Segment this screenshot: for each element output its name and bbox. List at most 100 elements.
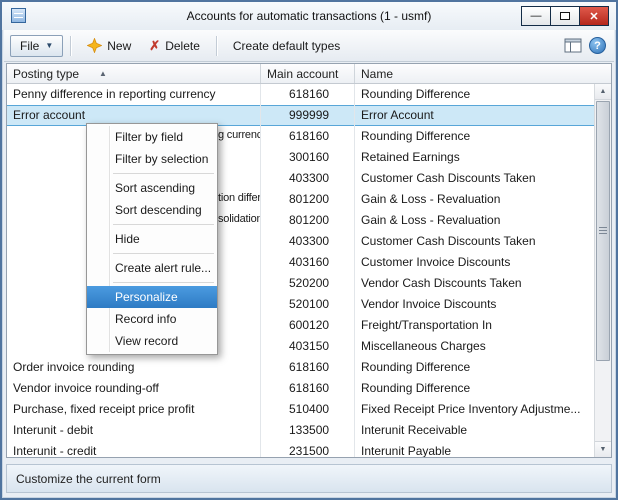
- column-header-main-account[interactable]: Main account: [261, 64, 355, 83]
- table-row[interactable]: Interunit - credit 231500 Interunit Paya…: [7, 441, 594, 457]
- minimize-button[interactable]: —: [521, 6, 551, 26]
- cell-main-account: 403150: [261, 336, 355, 357]
- column-header-posting-type[interactable]: Posting type ▲: [7, 64, 261, 83]
- cell-main-account: 600120: [261, 315, 355, 336]
- cell-name: Retained Earnings: [355, 147, 594, 168]
- cell-name: Rounding Difference: [355, 84, 594, 105]
- grid-header: Posting type ▲ Main account Name: [7, 64, 611, 84]
- status-bar: Customize the current form: [6, 464, 612, 493]
- cell-main-account: 403300: [261, 231, 355, 252]
- cell-name: Vendor Cash Discounts Taken: [355, 273, 594, 294]
- file-menu-button[interactable]: File ▼: [10, 35, 63, 57]
- table-row[interactable]: Vendor invoice rounding-off 618160 Round…: [7, 378, 594, 399]
- chevron-down-icon: ▼: [45, 41, 53, 50]
- maximize-button[interactable]: [550, 6, 580, 26]
- cell-name: Rounding Difference: [355, 378, 594, 399]
- toolbar-right-group: ?: [564, 37, 608, 54]
- cell-posting-type: Vendor invoice rounding-off: [7, 378, 261, 399]
- cell-name: Interunit Payable: [355, 441, 594, 457]
- delete-button[interactable]: ✗ Delete: [140, 35, 209, 57]
- cell-name: Customer Cash Discounts Taken: [355, 168, 594, 189]
- delete-x-icon: ✗: [149, 39, 160, 52]
- cell-main-account: 618160: [261, 378, 355, 399]
- close-button[interactable]: ✕: [579, 6, 609, 26]
- cell-main-account: 618160: [261, 126, 355, 147]
- cell-main-account: 133500: [261, 420, 355, 441]
- menu-item-personalize[interactable]: Personalize: [87, 286, 217, 308]
- cell-name: Rounding Difference: [355, 357, 594, 378]
- create-default-types-label: Create default types: [233, 39, 340, 53]
- sort-ascending-icon: ▲: [99, 69, 107, 78]
- cell-name: Gain & Loss - Revaluation: [355, 189, 594, 210]
- menu-item-hide[interactable]: Hide: [87, 228, 217, 250]
- menu-item-sort-ascending[interactable]: Sort ascending: [87, 177, 217, 199]
- menu-item-filter-by-selection[interactable]: Filter by selection: [87, 148, 217, 170]
- cell-main-account: 999999: [261, 105, 355, 126]
- cell-main-account: 510400: [261, 399, 355, 420]
- cell-main-account: 403300: [261, 168, 355, 189]
- table-row[interactable]: Penny difference in reporting currency 6…: [7, 84, 594, 105]
- menu-item-sort-descending[interactable]: Sort descending: [87, 199, 217, 221]
- scroll-up-icon: ▲: [600, 88, 607, 95]
- cell-name: Customer Invoice Discounts: [355, 252, 594, 273]
- menu-item-filter-by-field[interactable]: Filter by field: [87, 126, 217, 148]
- scroll-down-button[interactable]: ▼: [595, 441, 611, 457]
- new-button[interactable]: New: [78, 34, 140, 57]
- cell-name: Vendor Invoice Discounts: [355, 294, 594, 315]
- new-button-label: New: [107, 39, 131, 53]
- posting-type-fragment: tion differences: [218, 192, 261, 204]
- scroll-down-icon: ▼: [600, 446, 607, 453]
- context-menu: Filter by field Filter by selection Sort…: [86, 123, 218, 355]
- cell-name: Fixed Receipt Price Inventory Adjustme..…: [355, 399, 594, 420]
- close-icon: ✕: [589, 10, 598, 23]
- menu-separator: [113, 253, 214, 254]
- cell-posting-type: Penny difference in reporting currency: [7, 84, 261, 105]
- cell-name: Customer Cash Discounts Taken: [355, 231, 594, 252]
- menu-separator: [113, 224, 214, 225]
- cell-posting-type: Interunit - debit: [7, 420, 261, 441]
- table-row[interactable]: Order invoice rounding 618160 Rounding D…: [7, 357, 594, 378]
- menu-separator: [113, 173, 214, 174]
- vertical-scrollbar: ▲ ▼: [594, 84, 611, 457]
- cell-main-account: 403160: [261, 252, 355, 273]
- menu-item-view-record[interactable]: View record: [87, 330, 217, 352]
- cell-name: Freight/Transportation In: [355, 315, 594, 336]
- cell-main-account: 300160: [261, 147, 355, 168]
- posting-type-fragment: g currency: [218, 129, 261, 141]
- create-default-types-button[interactable]: Create default types: [224, 35, 349, 57]
- menu-separator: [113, 282, 214, 283]
- scrollbar-grip-icon: [599, 227, 607, 235]
- status-text: Customize the current form: [16, 472, 161, 486]
- layout-icon[interactable]: [564, 38, 582, 53]
- cell-name: Gain & Loss - Revaluation: [355, 210, 594, 231]
- app-window: Accounts for automatic transactions (1 -…: [0, 0, 618, 500]
- posting-type-fragment: solidation diff...: [218, 213, 261, 225]
- cell-main-account: 520100: [261, 294, 355, 315]
- table-row[interactable]: Interunit - debit 133500 Interunit Recei…: [7, 420, 594, 441]
- toolbar-separator: [216, 36, 217, 56]
- cell-main-account: 618160: [261, 357, 355, 378]
- menu-item-record-info[interactable]: Record info: [87, 308, 217, 330]
- cell-posting-type: Order invoice rounding: [7, 357, 261, 378]
- cell-main-account: 801200: [261, 189, 355, 210]
- new-star-icon: [87, 38, 102, 53]
- column-header-label: Posting type: [13, 67, 79, 81]
- cell-name: Rounding Difference: [355, 126, 594, 147]
- cell-main-account: 520200: [261, 273, 355, 294]
- cell-main-account: 618160: [261, 84, 355, 105]
- cell-name: Miscellaneous Charges: [355, 336, 594, 357]
- maximize-icon: [560, 12, 570, 20]
- cell-posting-type: Interunit - credit: [7, 441, 261, 457]
- delete-button-label: Delete: [165, 39, 200, 53]
- menu-item-create-alert-rule[interactable]: Create alert rule...: [87, 257, 217, 279]
- toolbar-separator: [70, 36, 71, 56]
- scroll-up-button[interactable]: ▲: [595, 84, 611, 100]
- title-bar: Accounts for automatic transactions (1 -…: [2, 2, 616, 30]
- column-header-name[interactable]: Name: [355, 64, 611, 83]
- table-row[interactable]: Purchase, fixed receipt price profit 510…: [7, 399, 594, 420]
- help-icon[interactable]: ?: [589, 37, 606, 54]
- caption-buttons: — ✕: [522, 6, 609, 26]
- minimize-icon: —: [531, 10, 542, 22]
- cell-name: Error Account: [355, 105, 594, 126]
- scrollbar-thumb[interactable]: [596, 101, 610, 361]
